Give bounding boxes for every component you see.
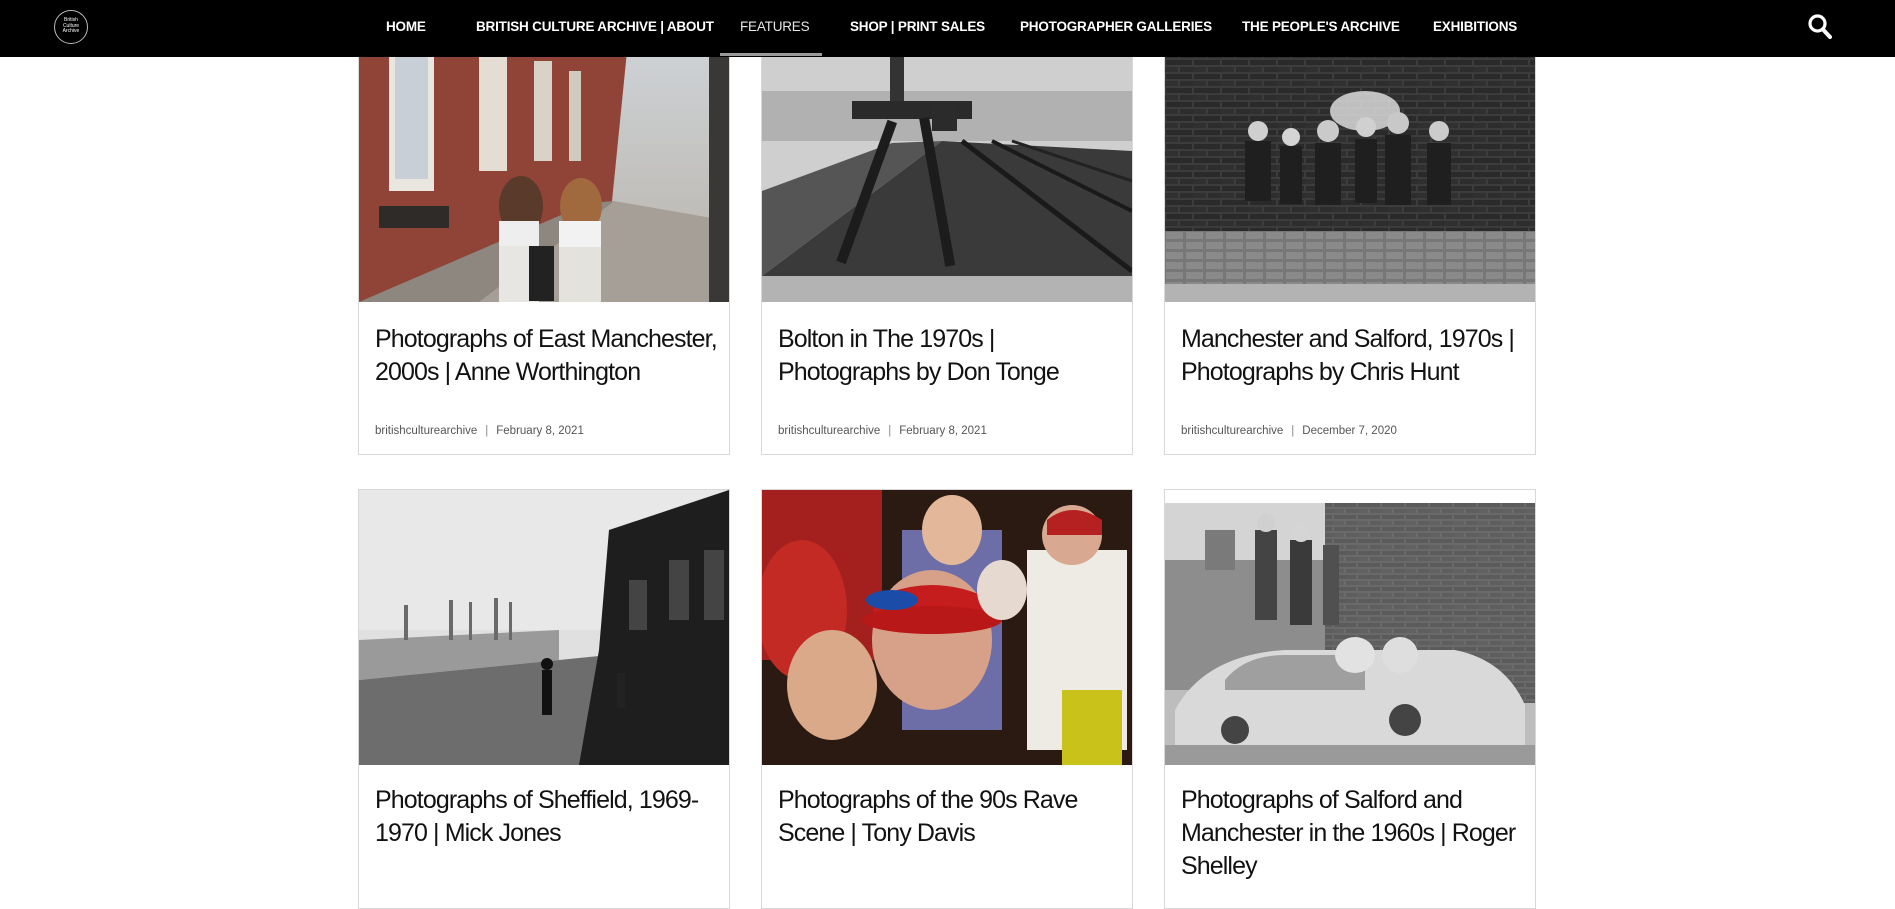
post-author[interactable]: britishculturearchive xyxy=(778,425,880,437)
nav-peoples-archive[interactable]: THE PEOPLE'S ARCHIVE xyxy=(1242,0,1400,57)
search-icon xyxy=(1808,14,1832,39)
post-card[interactable]: Manchester and Salford, 1970s | Photogra… xyxy=(1164,30,1536,455)
nav-exhibitions[interactable]: EXHIBITIONS xyxy=(1433,0,1517,57)
site-logo[interactable]: British Culture Archive xyxy=(54,10,88,44)
post-title[interactable]: Photographs of the 90s Rave Scene | Tony… xyxy=(778,784,1123,850)
active-nav-indicator xyxy=(720,53,822,56)
nav-about[interactable]: BRITISH CULTURE ARCHIVE | ABOUT xyxy=(476,0,714,57)
post-card[interactable]: Photographs of Salford and Manchester in… xyxy=(1164,489,1536,909)
nav-photographer-galleries[interactable]: PHOTOGRAPHER GALLERIES xyxy=(1020,0,1212,57)
post-thumbnail[interactable] xyxy=(359,31,729,302)
post-thumbnail[interactable] xyxy=(1165,490,1535,765)
logo-text: British Culture Archive xyxy=(62,17,80,34)
post-date[interactable]: February 8, 2021 xyxy=(496,425,584,437)
search-button[interactable] xyxy=(1807,13,1833,41)
post-title[interactable]: Photographs of Sheffield, 1969-1970 | Mi… xyxy=(375,784,720,850)
post-thumbnail[interactable] xyxy=(359,490,729,765)
post-card[interactable]: Photographs of East Manchester, 2000s | … xyxy=(358,30,730,455)
nav-shop[interactable]: SHOP | PRINT SALES xyxy=(850,0,985,57)
nav-home[interactable]: HOME xyxy=(386,0,426,57)
post-title[interactable]: Manchester and Salford, 1970s | Photogra… xyxy=(1181,323,1526,389)
post-thumbnail[interactable] xyxy=(762,490,1132,765)
meta-separator: | xyxy=(485,425,489,437)
post-title[interactable]: Photographs of Salford and Manchester in… xyxy=(1181,784,1526,883)
post-thumbnail[interactable] xyxy=(762,31,1132,302)
post-meta: britishculturearchive | December 7, 2020 xyxy=(1181,425,1397,437)
post-thumbnail[interactable] xyxy=(1165,31,1535,302)
post-date[interactable]: February 8, 2021 xyxy=(899,425,987,437)
post-card[interactable]: Photographs of Sheffield, 1969-1970 | Mi… xyxy=(358,489,730,909)
post-author[interactable]: britishculturearchive xyxy=(375,425,477,437)
post-author[interactable]: britishculturearchive xyxy=(1181,425,1283,437)
post-title[interactable]: Bolton in The 1970s | Photographs by Don… xyxy=(778,323,1123,389)
post-meta: britishculturearchive | February 8, 2021 xyxy=(375,425,584,437)
post-meta: britishculturearchive | February 8, 2021 xyxy=(778,425,987,437)
post-title[interactable]: Photographs of East Manchester, 2000s | … xyxy=(375,323,720,389)
nav-features[interactable]: FEATURES xyxy=(740,0,810,57)
post-card[interactable]: Bolton in The 1970s | Photographs by Don… xyxy=(761,30,1133,455)
meta-separator: | xyxy=(1291,425,1295,437)
post-card[interactable]: Photographs of the 90s Rave Scene | Tony… xyxy=(761,489,1133,909)
meta-separator: | xyxy=(888,425,892,437)
top-navigation-bar: British Culture Archive HOME BRITISH CULTU… xyxy=(0,0,1895,57)
post-date[interactable]: December 7, 2020 xyxy=(1302,425,1397,437)
